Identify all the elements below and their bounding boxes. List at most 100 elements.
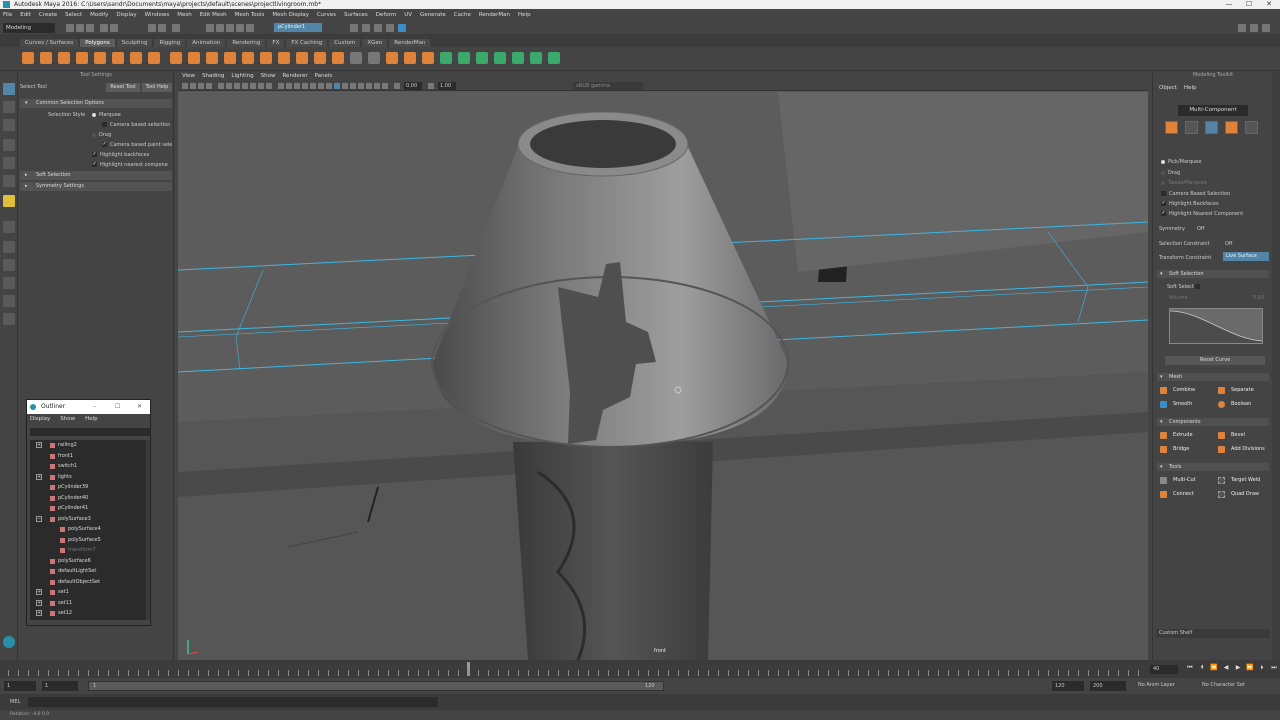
outliner-menu-show[interactable]: Show bbox=[60, 416, 75, 422]
playback-start-field[interactable]: 1 bbox=[42, 681, 78, 691]
menu-edit-mesh[interactable]: Edit Mesh bbox=[200, 12, 227, 18]
menu-modify[interactable]: Modify bbox=[90, 12, 108, 18]
outliner-maximize-button[interactable]: ☐ bbox=[115, 400, 120, 414]
mtk-menu-object[interactable]: Object bbox=[1159, 85, 1177, 91]
camera-based-paint-checkbox[interactable]: ✓ Camera based paint sele bbox=[102, 142, 172, 148]
falloff-radius-field[interactable]: 0.50 bbox=[1253, 295, 1264, 301]
drag-radio[interactable]: Drag bbox=[92, 132, 111, 138]
wireframe-on-shaded-icon[interactable] bbox=[302, 83, 308, 89]
move-tool-icon[interactable] bbox=[3, 139, 15, 151]
components-section-header[interactable]: ▾ Components bbox=[1157, 418, 1269, 426]
go-to-end-icon[interactable]: ⏭ bbox=[1270, 664, 1278, 673]
outliner-search-field[interactable] bbox=[30, 428, 150, 436]
minimize-button[interactable]: — bbox=[1222, 0, 1236, 9]
uv-planar-icon[interactable] bbox=[440, 52, 452, 64]
select-component-icon[interactable] bbox=[172, 24, 180, 32]
symmetry-dropdown[interactable]: Off bbox=[1197, 226, 1204, 232]
combine-icon[interactable] bbox=[170, 52, 182, 64]
edge-mode-icon[interactable] bbox=[1205, 121, 1218, 134]
motion-blur-icon[interactable] bbox=[366, 83, 372, 89]
smooth-icon[interactable] bbox=[206, 52, 218, 64]
tab-custom[interactable]: Custom bbox=[329, 39, 361, 47]
poly-sphere-icon[interactable] bbox=[22, 52, 34, 64]
tab-xgen[interactable]: XGen bbox=[362, 39, 388, 47]
undo-icon[interactable] bbox=[100, 24, 108, 32]
outliner-row[interactable]: − polySurface3 bbox=[30, 514, 146, 524]
tweak-marquee-radio[interactable]: Tweak/Marquee bbox=[1161, 180, 1207, 186]
outliner-layout-icon[interactable] bbox=[3, 313, 15, 325]
vp-menu-view[interactable]: View bbox=[182, 73, 195, 79]
outliner-row[interactable]: + set1 bbox=[30, 587, 146, 597]
range-slider[interactable]: 1 120 bbox=[88, 681, 664, 691]
snap-curve-icon[interactable] bbox=[216, 24, 224, 32]
gamma-icon[interactable] bbox=[428, 83, 434, 89]
menu-file[interactable]: File bbox=[3, 12, 12, 18]
safe-action-icon[interactable] bbox=[258, 83, 264, 89]
uv-editor-icon[interactable] bbox=[512, 52, 524, 64]
anim-layer-dropdown[interactable]: No Anim Layer bbox=[1138, 682, 1175, 688]
menu-select[interactable]: Select bbox=[65, 12, 82, 18]
tab-fx[interactable]: FX bbox=[267, 39, 285, 47]
tool-help-button[interactable]: Tool Help bbox=[142, 83, 172, 92]
highlight-nearest-checkbox[interactable]: ✓ Highlight Nearest Component bbox=[1161, 211, 1243, 217]
menu-display[interactable]: Display bbox=[116, 12, 136, 18]
target-weld-button[interactable]: Target Weld bbox=[1215, 475, 1260, 486]
tab-animation[interactable]: Animation bbox=[187, 39, 226, 47]
isolate-select-icon[interactable] bbox=[334, 83, 340, 89]
connect-button[interactable]: Connect bbox=[1157, 489, 1194, 500]
outliner-row[interactable]: defaultLightSet bbox=[30, 566, 146, 576]
textured-icon[interactable] bbox=[310, 83, 316, 89]
viewport-panel[interactable]: View Shading Lighting Show Renderer Pane… bbox=[178, 71, 1148, 660]
object-name-field[interactable]: pCylinder1 bbox=[274, 23, 322, 32]
outliner-row[interactable]: transform7 bbox=[30, 545, 146, 555]
symmetry-settings-header[interactable]: ▸ Symmetry Settings bbox=[20, 182, 172, 191]
camera-based-checkbox[interactable]: Camera Based Selection bbox=[1161, 191, 1230, 197]
expand-toggle-icon[interactable]: + bbox=[36, 473, 42, 480]
bevel-icon[interactable] bbox=[332, 52, 344, 64]
tools-section-header[interactable]: ▾ Tools bbox=[1157, 463, 1269, 471]
reset-curve-button[interactable]: Reset Curve bbox=[1165, 356, 1265, 365]
expand-toggle-icon[interactable]: − bbox=[36, 515, 42, 522]
character-set-dropdown[interactable]: No Character Set bbox=[1202, 682, 1245, 688]
add-divisions-button[interactable]: Add Divisions bbox=[1215, 444, 1265, 455]
last-tool-icon[interactable] bbox=[3, 195, 15, 207]
snap-point-icon[interactable] bbox=[226, 24, 234, 32]
target-weld-icon[interactable] bbox=[404, 52, 416, 64]
tab-rendering[interactable]: Rendering bbox=[227, 39, 266, 47]
menu-create[interactable]: Create bbox=[39, 12, 57, 18]
menu-mesh[interactable]: Mesh bbox=[177, 12, 191, 18]
animation-end-field[interactable]: 200 bbox=[1090, 681, 1126, 691]
outliner-row[interactable]: + set12 bbox=[30, 608, 146, 618]
boolean-intersection-icon[interactable] bbox=[260, 52, 272, 64]
highlight-backfaces-checkbox[interactable]: ✓ Highlight Backfaces bbox=[1161, 201, 1219, 207]
paint-select-tool-icon[interactable] bbox=[3, 119, 15, 131]
select-hierarchy-icon[interactable] bbox=[148, 24, 156, 32]
menuset-dropdown[interactable]: Modeling bbox=[3, 23, 55, 33]
redo-icon[interactable] bbox=[110, 24, 118, 32]
marquee-radio[interactable]: Marquee bbox=[92, 112, 121, 118]
extrude-button[interactable]: Extrude bbox=[1157, 430, 1193, 441]
maya-help-icon[interactable] bbox=[3, 636, 15, 648]
mtk-menu-help[interactable]: Help bbox=[1184, 85, 1197, 91]
hypershade-icon[interactable] bbox=[398, 24, 406, 32]
close-button[interactable]: ✕ bbox=[1262, 0, 1276, 9]
prev-key-icon[interactable]: ⏪ bbox=[1210, 664, 1218, 673]
menu-surfaces[interactable]: Surfaces bbox=[344, 12, 368, 18]
menu-cache[interactable]: Cache bbox=[454, 12, 471, 18]
xray-joints-icon[interactable] bbox=[350, 83, 356, 89]
mtk-soft-selection-header[interactable]: ▾ Soft Selection bbox=[1157, 270, 1269, 278]
persp-graph-icon[interactable] bbox=[3, 277, 15, 289]
outliner-row[interactable]: polySurface5 bbox=[30, 535, 146, 545]
lasso-tool-icon[interactable] bbox=[3, 101, 15, 113]
image-plane-icon[interactable] bbox=[206, 83, 212, 89]
color-space-dropdown[interactable]: sRGB gamma bbox=[573, 82, 643, 90]
vp-menu-lighting[interactable]: Lighting bbox=[231, 73, 253, 79]
soft-selection-header[interactable]: ▸ Soft Selection bbox=[20, 171, 172, 180]
resolution-gate-icon[interactable] bbox=[234, 83, 240, 89]
pick-marquee-radio[interactable]: Pick/Marquee bbox=[1161, 159, 1201, 165]
boolean-button[interactable]: Boolean bbox=[1215, 399, 1251, 410]
vp-menu-show[interactable]: Show bbox=[261, 73, 276, 79]
uv-unfold-icon[interactable] bbox=[530, 52, 542, 64]
menu-mesh-display[interactable]: Mesh Display bbox=[272, 12, 309, 18]
snap-live-icon[interactable] bbox=[246, 24, 254, 32]
